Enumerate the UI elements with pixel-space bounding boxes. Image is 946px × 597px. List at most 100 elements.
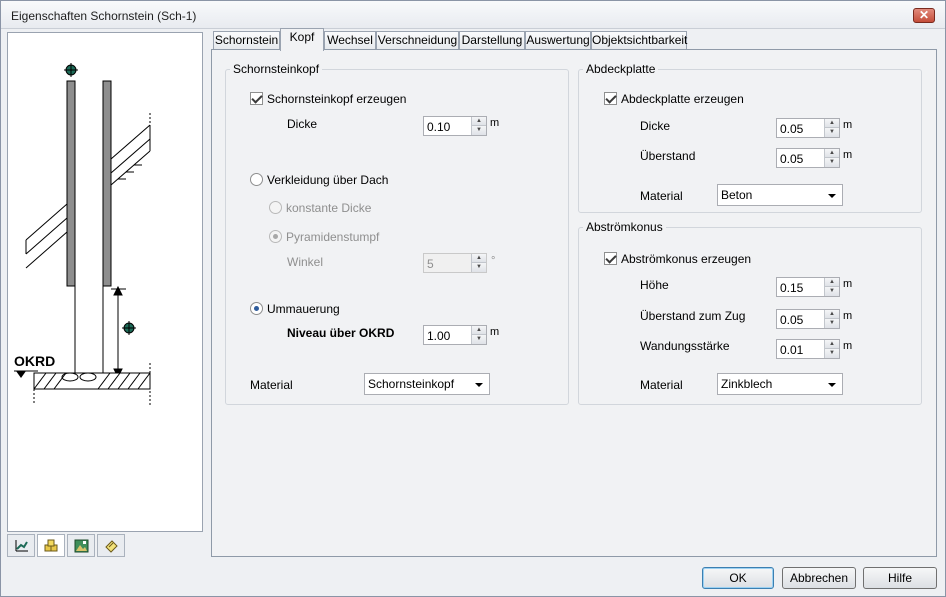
help-button[interactable]: Hilfe (863, 567, 937, 589)
abstroemkonus-hoehe-unit: m (843, 278, 853, 290)
group-title-abstroemkonus: Abströmkonus (583, 220, 666, 234)
spin-up-icon[interactable]: ▲ (471, 326, 486, 335)
ok-button[interactable]: OK (702, 567, 774, 589)
niveau-unit: m (490, 326, 500, 338)
spin-up-icon[interactable]: ▲ (824, 278, 839, 287)
tab-auswertung[interactable]: Auswertung (525, 31, 591, 50)
okrd-marker-icon (16, 371, 26, 378)
spin-down-icon[interactable]: ▼ (824, 128, 839, 137)
chimney-drawing: OKRD (14, 63, 151, 405)
abstroemkonus-ueberstand-field[interactable]: 0.05 ▲ ▼ (776, 309, 840, 329)
tab-schornstein[interactable]: Schornstein (213, 31, 280, 50)
close-button[interactable]: ✕ (913, 8, 935, 23)
window-title: Eigenschaften Schornstein (Sch-1) (11, 9, 197, 23)
schornsteinkopf-create-label: Schornsteinkopf erzeugen (267, 92, 407, 106)
tab-objektsichtbarkeit[interactable]: Objektsichtbarkeit (591, 31, 687, 50)
view-button-cubes[interactable] (37, 534, 65, 557)
sheet-icon (105, 540, 118, 553)
abstroemkonus-material-select[interactable]: Zinkblech (717, 373, 843, 395)
tab-darstellung[interactable]: Darstellung (459, 31, 525, 50)
tab-wechsel[interactable]: Wechsel (324, 31, 376, 50)
abdeckplatte-ueberstand-field[interactable]: 0.05 ▲ ▼ (776, 148, 840, 168)
abstroemkonus-material-value: Zinkblech (721, 377, 773, 391)
pyramidenstumpf-label: Pyramidenstumpf (286, 230, 380, 244)
winkel-value: 5 (427, 257, 434, 271)
abstroemkonus-create-label: Abströmkonus erzeugen (621, 252, 752, 266)
schornsteinkopf-material-select[interactable]: Schornsteinkopf (364, 373, 490, 395)
abdeckplatte-create-checkbox[interactable] (604, 92, 617, 105)
abstroemkonus-wandung-field[interactable]: 0.01 ▲ ▼ (776, 339, 840, 359)
spin-down-icon[interactable]: ▼ (471, 126, 486, 135)
abdeckplatte-material-select[interactable]: Beton (717, 184, 843, 206)
abdeckplatte-material-label: Material (640, 189, 683, 203)
view-button-sheet[interactable] (97, 534, 125, 557)
abdeckplatte-ueberstand-unit: m (843, 149, 853, 161)
spin-up-icon[interactable]: ▲ (824, 340, 839, 349)
abstroemkonus-material-label: Material (640, 378, 683, 392)
spin-down-icon[interactable]: ▼ (824, 349, 839, 358)
abdeckplatte-dicke-value: 0.05 (780, 122, 804, 136)
view-button-chart[interactable] (7, 534, 35, 557)
spin-down-icon[interactable]: ▼ (824, 319, 839, 328)
abdeckplatte-dicke-field[interactable]: 0.05 ▲ ▼ (776, 118, 840, 138)
abstroemkonus-wandung-value: 0.01 (780, 343, 804, 357)
chevron-down-icon (828, 383, 836, 387)
spin-down-icon[interactable]: ▼ (824, 158, 839, 167)
niveau-value: 1.00 (427, 329, 451, 343)
abdeckplatte-material-value: Beton (721, 188, 753, 202)
chevron-down-icon (828, 194, 836, 198)
abstroemkonus-hoehe-label: Höhe (640, 278, 669, 292)
height-dimension (111, 285, 126, 379)
spin-up-icon[interactable]: ▲ (471, 117, 486, 126)
roof-slope (25, 124, 151, 269)
cancel-button[interactable]: Abbrechen (782, 567, 856, 589)
view-button-landscape[interactable] (67, 534, 95, 557)
spin-down-icon[interactable]: ▼ (471, 335, 486, 344)
abstroemkonus-create-checkbox[interactable] (604, 252, 617, 265)
chart-icon (15, 540, 28, 552)
abstroemkonus-ueberstand-value: 0.05 (780, 313, 804, 327)
dialog-window: Eigenschaften Schornstein (Sch-1) ✕ OKRD… (0, 0, 946, 597)
schornsteinkopf-create-checkbox[interactable] (250, 92, 263, 105)
konstante-dicke-radio[interactable] (269, 201, 282, 214)
verkleidung-label: Verkleidung über Dach (267, 173, 389, 187)
landscape-icon (74, 539, 89, 553)
winkel-unit: ° (491, 255, 496, 267)
abstroemkonus-hoehe-value: 0.15 (780, 281, 804, 295)
spin-up-icon[interactable]: ▲ (824, 119, 839, 128)
chimney-preview: OKRD (7, 32, 203, 532)
ummauerung-radio[interactable] (250, 302, 263, 315)
abstroemkonus-wandung-label: Wandungsstärke (640, 339, 730, 353)
konstante-dicke-label: konstante Dicke (286, 201, 372, 215)
spin-up-icon[interactable]: ▲ (824, 149, 839, 158)
spin-up-icon[interactable]: ▲ (471, 254, 486, 263)
title-bar: Eigenschaften Schornstein (Sch-1) ✕ (1, 1, 945, 29)
chimney-wall-left (66, 80, 76, 287)
chimney-wall-right (102, 80, 112, 287)
abstroemkonus-hoehe-field[interactable]: 0.15 ▲ ▼ (776, 277, 840, 297)
pyramidenstumpf-radio[interactable] (269, 230, 282, 243)
chevron-down-icon (475, 383, 483, 387)
spin-up-icon[interactable]: ▲ (824, 310, 839, 319)
group-title-schornsteinkopf: Schornsteinkopf (230, 62, 323, 76)
schornsteinkopf-dicke-value: 0.10 (427, 120, 451, 134)
schornsteinkopf-material-value: Schornsteinkopf (368, 377, 455, 391)
top-marker-icon (64, 63, 78, 77)
tab-verschneidung[interactable]: Verschneidung (376, 31, 459, 50)
tab-kopf[interactable]: Kopf (280, 28, 324, 51)
schornsteinkopf-dicke-label: Dicke (287, 117, 318, 131)
abdeckplatte-ueberstand-value: 0.05 (780, 152, 804, 166)
mid-marker-icon (122, 321, 136, 335)
niveau-field[interactable]: 1.00 ▲ ▼ (423, 325, 487, 345)
abstroemkonus-ueberstand-label: Überstand zum Zug (640, 309, 746, 323)
okrd-label: OKRD (14, 353, 55, 369)
abdeckplatte-ueberstand-label: Überstand (640, 149, 696, 163)
close-icon: ✕ (918, 8, 930, 22)
schornsteinkopf-dicke-unit: m (490, 117, 500, 129)
winkel-field[interactable]: 5 ▲ ▼ (423, 253, 487, 273)
verkleidung-radio[interactable] (250, 173, 263, 186)
abdeckplatte-dicke-unit: m (843, 119, 853, 131)
spin-down-icon[interactable]: ▼ (824, 287, 839, 296)
schornsteinkopf-dicke-field[interactable]: 0.10 ▲ ▼ (423, 116, 487, 136)
spin-down-icon[interactable]: ▼ (471, 263, 486, 272)
